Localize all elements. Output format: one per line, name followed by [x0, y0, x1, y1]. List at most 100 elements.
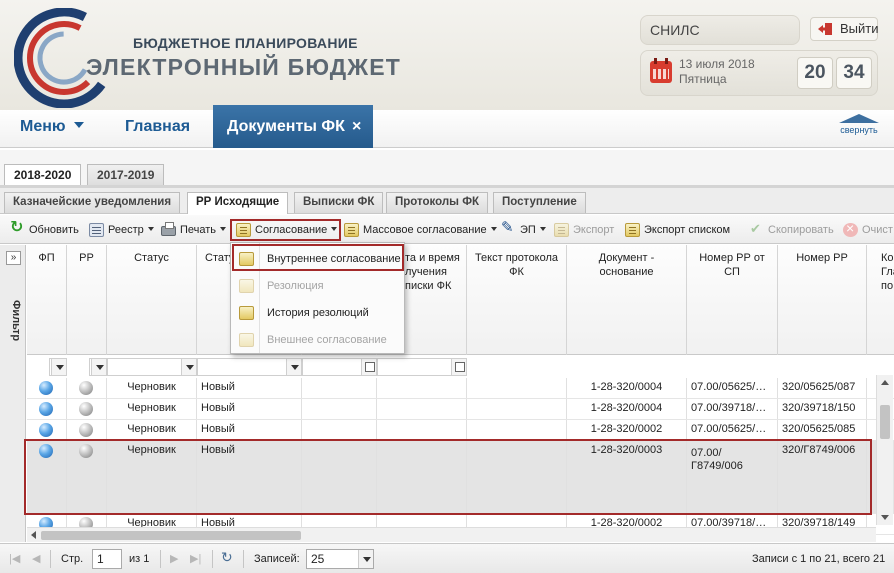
current-date: 13 июля 2018	[679, 57, 755, 71]
scroll-thumb[interactable]	[41, 531, 301, 540]
status-blue-dot-icon	[39, 381, 53, 395]
column-status[interactable]: Статус	[107, 245, 197, 355]
empty-cell	[377, 378, 467, 398]
export-list-button[interactable]: Экспорт списком	[625, 222, 730, 238]
filter-rr-select[interactable]	[89, 358, 107, 376]
fp-cell	[27, 399, 67, 419]
refresh-button[interactable]: Обновить	[10, 220, 79, 238]
tab-year-2018-2020[interactable]: 2018-2020	[4, 164, 82, 186]
tab-rr-outgoing[interactable]: РР Исходящие	[187, 192, 289, 214]
tab-treasury-notices[interactable]: Казначейские уведомления	[4, 192, 181, 213]
filter-status-select[interactable]	[107, 358, 197, 376]
tab-fk-protocols[interactable]: Протоколы ФК	[386, 192, 489, 213]
status-gray-dot-icon	[79, 402, 93, 416]
horizontal-scrollbar[interactable]	[27, 527, 876, 542]
column-rr-number[interactable]: Номер РР	[778, 245, 867, 355]
calendar-icon	[650, 58, 672, 83]
filter-fp-select[interactable]	[49, 358, 67, 376]
column-base-document[interactable]: Документ - основание	[567, 245, 687, 355]
column-rr[interactable]: РР	[67, 245, 107, 355]
nav-home[interactable]: Главная	[125, 118, 190, 136]
chevron-down-icon	[358, 550, 373, 568]
first-page-icon[interactable]: |◀	[9, 553, 21, 565]
empty-cell	[302, 420, 377, 440]
exit-button[interactable]: Выйти	[810, 17, 879, 41]
menu-label: Меню	[20, 118, 66, 135]
refresh-icon[interactable]: ↻	[221, 550, 233, 564]
tab-documents-fk[interactable]: Документы ФК ×	[213, 105, 373, 148]
brand-subtitle: БЮДЖЕТНОЕ ПЛАНИРОВАНИЕ	[133, 35, 358, 51]
tab-documents-fk-label: Документы ФК	[227, 118, 345, 135]
empty-cell	[467, 378, 567, 398]
print-button[interactable]: Печать	[161, 222, 227, 238]
export-button[interactable]: Экспорт	[554, 222, 614, 238]
current-weekday: Пятница	[679, 72, 727, 86]
empty-cell	[302, 378, 377, 398]
tab-receipts[interactable]: Поступление	[493, 192, 586, 213]
menu-item-resolution[interactable]: Резолюция	[231, 273, 404, 299]
chevron-down-icon	[220, 227, 227, 231]
status2-cell: Новый	[197, 420, 302, 440]
filter-panel-collapsed	[0, 245, 26, 542]
tab-year-2017-2019[interactable]: 2017-2019	[87, 164, 165, 185]
page-count: из 1	[129, 553, 150, 565]
document-icon	[239, 333, 254, 347]
column-fk-protocol-text[interactable]: Текст протокола ФК	[467, 245, 567, 355]
scroll-thumb[interactable]	[880, 405, 890, 439]
clear-label: Очист	[862, 224, 893, 236]
filter-date-field[interactable]	[302, 358, 377, 376]
filter-label[interactable]: Фильтр	[2, 300, 22, 360]
ep-button[interactable]: ЭП	[501, 220, 546, 238]
prev-page-icon[interactable]: ◀	[32, 553, 44, 565]
table-row[interactable]: Черновик Новый 1-28-320/0004 07.00/05625…	[27, 378, 894, 399]
records-summary: Записи с 1 по 21, всего 21	[752, 553, 886, 565]
column-rr-number-sp[interactable]: Номер РР от СП	[687, 245, 778, 355]
clock-minutes: 34	[836, 57, 872, 89]
menu-item-resolution-history[interactable]: История резолюций	[231, 300, 404, 326]
menu-button[interactable]: Меню	[20, 118, 84, 136]
last-page-icon[interactable]: ▶|	[190, 553, 202, 565]
empty-cell	[377, 420, 467, 440]
copy-button[interactable]: Скопировать	[749, 221, 834, 238]
base-document-cell: 1-28-320/0002	[567, 420, 687, 440]
scroll-down-icon[interactable]	[881, 515, 889, 520]
column-code[interactable]: Ко Гла по Б	[867, 245, 894, 355]
filter-statement-date-field[interactable]	[377, 358, 467, 376]
table-row[interactable]: Черновик Новый 1-28-320/0004 07.00/39718…	[27, 399, 894, 420]
status-gray-dot-icon	[79, 423, 93, 437]
calendar-icon[interactable]	[361, 359, 376, 375]
rr-cell	[67, 399, 107, 419]
table-row[interactable]: Черновик Новый 1-28-320/0002 07.00/05625…	[27, 420, 894, 441]
next-page-icon[interactable]: ▶	[170, 553, 182, 565]
vertical-scrollbar[interactable]	[876, 375, 893, 525]
scroll-left-icon[interactable]	[31, 531, 36, 539]
close-icon[interactable]: ×	[352, 105, 361, 148]
main-navigation: Меню Главная	[0, 110, 894, 148]
expand-filter-button[interactable]: »	[6, 251, 21, 265]
mass-approval-label: Массовое согласование	[363, 224, 487, 236]
records-per-page-select[interactable]: 25	[306, 549, 374, 569]
page-label: Стр.	[61, 553, 84, 565]
menu-item-label: Внешнее согласование	[267, 334, 387, 346]
base-document-cell: 1-28-320/0004	[567, 399, 687, 419]
mass-approval-button[interactable]: Массовое согласование	[344, 222, 497, 238]
column-fp[interactable]: ФП	[27, 245, 67, 355]
chevron-down-icon	[490, 227, 497, 231]
internal-approval-highlight-frame	[232, 244, 404, 271]
status-cell: Черновик	[107, 378, 197, 398]
collapse-header-button[interactable]: свернуть	[835, 114, 883, 135]
pager-divider	[212, 550, 213, 568]
reestr-button[interactable]: Реестр	[89, 222, 154, 238]
calendar-icon[interactable]	[451, 359, 466, 375]
snils-field[interactable]: СНИЛС	[640, 15, 800, 45]
filter-status2-select[interactable]	[197, 358, 302, 376]
page-number-input[interactable]: 1	[92, 549, 122, 569]
clear-button[interactable]: Очист	[843, 220, 893, 238]
refresh-icon	[10, 220, 25, 237]
empty-cell	[377, 399, 467, 419]
scroll-up-icon[interactable]	[881, 380, 889, 385]
tab-fk-statements[interactable]: Выписки ФК	[294, 192, 384, 213]
menu-item-external-approval[interactable]: Внешнее согласование	[231, 327, 404, 353]
app-header: БЮДЖЕТНОЕ ПЛАНИРОВАНИЕ ЭЛЕКТРОННЫЙ БЮДЖЕ…	[0, 0, 894, 110]
export-icon	[554, 223, 569, 237]
